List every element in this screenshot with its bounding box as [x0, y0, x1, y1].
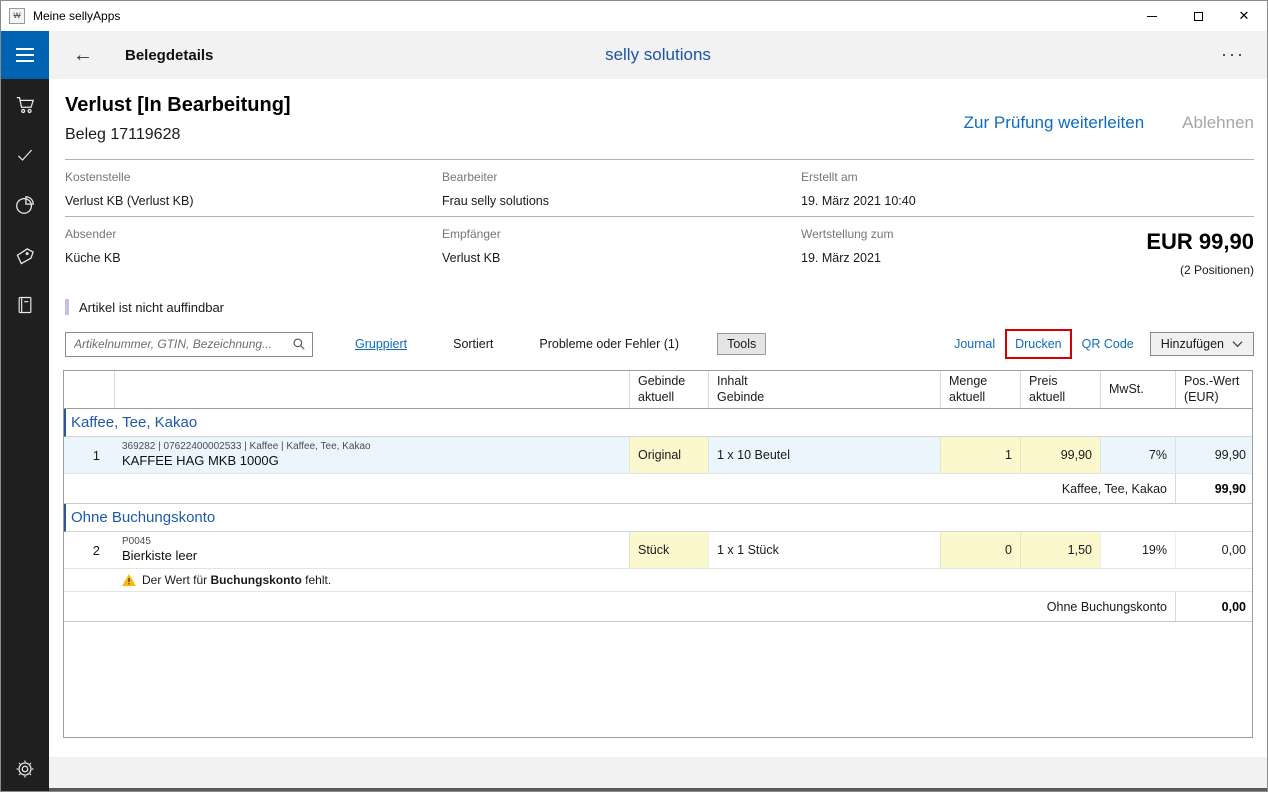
pos-wert-cell: 0,00 [1175, 532, 1254, 568]
filter-sortiert[interactable]: Sortiert [453, 337, 493, 351]
field-wertstellung: Wertstellung zum 19. März 2021 [801, 227, 1051, 291]
article-meta: P0045 [122, 535, 151, 548]
tools-button[interactable]: Tools [717, 333, 766, 355]
maximize-icon [1194, 12, 1203, 21]
book-icon [15, 295, 35, 315]
col-inhalt-gebinde: Inhalt Gebinde [708, 371, 940, 408]
col-preis-aktuell: Preis aktuell [1020, 371, 1100, 408]
group-subtotal-ohne-buchungskonto: Ohne Buchungskonto 0,00 [64, 592, 1252, 622]
sidebar-item-cart[interactable] [13, 93, 37, 117]
tag-icon [14, 244, 36, 266]
positions-toolbar: Gruppiert Sortiert Probleme oder Fehler … [65, 331, 1254, 357]
reject-button[interactable]: Ablehnen [1182, 113, 1254, 133]
positions-table: Gebinde aktuell Inhalt Gebinde Menge akt… [63, 370, 1253, 738]
preis-cell[interactable]: 1,50 [1020, 532, 1100, 568]
col-mwst: MwSt. [1100, 371, 1175, 408]
note-text: Artikel ist nicht auffindbar [79, 300, 224, 315]
document-number: Beleg 17119628 [65, 126, 291, 144]
maximize-button[interactable] [1175, 1, 1221, 31]
row-warning: Der Wert für Buchungskonto fehlt. [64, 569, 1252, 592]
app-center-title: selly solutions [49, 45, 1267, 65]
close-icon: ✕ [1239, 8, 1250, 24]
sidebar-item-tags[interactable] [13, 243, 37, 267]
sidebar-item-journal[interactable] [13, 293, 37, 317]
article-description: P0045 Bierkiste leer [114, 532, 629, 568]
drucken-link[interactable]: Drucken [1015, 337, 1062, 351]
field-erstellt-am: Erstellt am 19. März 2021 10:40 [801, 170, 1051, 216]
cart-icon [14, 94, 36, 116]
total-amount: EUR 99,90 [1051, 229, 1254, 255]
more-options-button[interactable]: ··· [1221, 51, 1245, 58]
sidebar-item-reports[interactable] [13, 193, 37, 217]
warning-icon [122, 574, 136, 586]
sidebar-item-settings[interactable] [13, 757, 37, 781]
drucken-highlight-box: Drucken [1005, 329, 1072, 359]
preis-cell[interactable]: 99,90 [1020, 437, 1100, 473]
minimize-icon [1147, 16, 1157, 17]
minimize-button[interactable] [1129, 1, 1175, 31]
chevron-down-icon [1232, 340, 1243, 348]
close-button[interactable]: ✕ [1221, 1, 1267, 31]
footer-bar [49, 757, 1267, 791]
row-number: 2 [64, 532, 114, 568]
filter-probleme-oder-fehler[interactable]: Probleme oder Fehler (1) [539, 337, 679, 351]
app-header: ← Belegdetails selly solutions ··· [49, 31, 1267, 79]
qr-code-link[interactable]: QR Code [1082, 337, 1134, 351]
inhalt-cell: 1 x 10 Beutel [708, 437, 940, 473]
inhalt-cell: 1 x 1 Stück [708, 532, 940, 568]
group-header-ohne-buchungskonto[interactable]: Ohne Buchungskonto [64, 504, 1252, 532]
menge-cell[interactable]: 0 [940, 532, 1020, 568]
search-icon [292, 337, 306, 351]
filter-gruppiert[interactable]: Gruppiert [355, 337, 407, 351]
gear-icon [14, 758, 36, 780]
field-kostenstelle: Kostenstelle Verlust KB (Verlust KB) [65, 170, 442, 216]
gebinde-cell[interactable]: Original [629, 437, 708, 473]
article-meta: 369282 | 07622400002533 | Kaffee | Kaffe… [122, 440, 371, 453]
col-gebinde-aktuell: Gebinde aktuell [629, 371, 708, 408]
article-name: KAFFEE HAG MKB 1000G [122, 453, 279, 470]
journal-link[interactable]: Journal [954, 337, 995, 351]
mwst-cell: 7% [1100, 437, 1175, 473]
forward-for-review-button[interactable]: Zur Prüfung weiterleiten [964, 113, 1144, 133]
window-title: Meine sellyApps [33, 9, 120, 23]
titlebar: w Meine sellyApps ✕ [1, 1, 1267, 31]
note-color-bar [65, 299, 69, 315]
app-logo-icon: w [9, 8, 25, 24]
position-row-1[interactable]: 1 369282 | 07622400002533 | Kaffee | Kaf… [64, 437, 1252, 474]
mwst-cell: 19% [1100, 532, 1175, 568]
row-number: 1 [64, 437, 114, 473]
pie-chart-icon [14, 194, 36, 216]
page-title: Belegdetails [125, 47, 213, 64]
document-title: Verlust [In Bearbeitung] [65, 94, 291, 117]
article-name: Bierkiste leer [122, 548, 197, 565]
position-row-2[interactable]: 2 P0045 Bierkiste leer Stück 1 x 1 Stück… [64, 532, 1252, 569]
sidebar-item-approvals[interactable] [13, 143, 37, 167]
check-icon [15, 145, 35, 165]
search-input[interactable] [74, 337, 292, 351]
col-menge-aktuell: Menge aktuell [940, 371, 1020, 408]
group-subtotal-kaffee: Kaffee, Tee, Kakao 99,90 [64, 474, 1252, 504]
hinzufuegen-button[interactable]: Hinzufügen [1150, 332, 1254, 356]
search-box[interactable] [65, 332, 313, 357]
col-pos-wert: Pos.-Wert (EUR) [1175, 371, 1254, 408]
article-description: 369282 | 07622400002533 | Kaffee | Kaffe… [114, 437, 629, 473]
gebinde-cell[interactable]: Stück [629, 532, 708, 568]
table-header-row: Gebinde aktuell Inhalt Gebinde Menge akt… [64, 371, 1252, 409]
table-empty-area [64, 622, 1252, 737]
menu-button[interactable] [1, 31, 49, 79]
field-empfaenger: Empfänger Verlust KB [442, 227, 801, 291]
pos-wert-cell: 99,90 [1175, 437, 1254, 473]
field-absender: Absender Küche KB [65, 227, 442, 291]
note-line: Artikel ist nicht auffindbar [65, 297, 1254, 317]
hamburger-icon [16, 48, 34, 50]
group-header-kaffee[interactable]: Kaffee, Tee, Kakao [64, 409, 1252, 437]
field-bearbeiter: Bearbeiter Frau selly solutions [442, 170, 801, 216]
total-positions: (2 Positionen) [1051, 263, 1254, 277]
back-button[interactable]: ← [73, 45, 93, 65]
content: Verlust [In Bearbeitung] Beleg 17119628 … [49, 79, 1267, 757]
app-window: w Meine sellyApps ✕ [0, 0, 1268, 792]
sidebar [1, 31, 49, 791]
menge-cell[interactable]: 1 [940, 437, 1020, 473]
